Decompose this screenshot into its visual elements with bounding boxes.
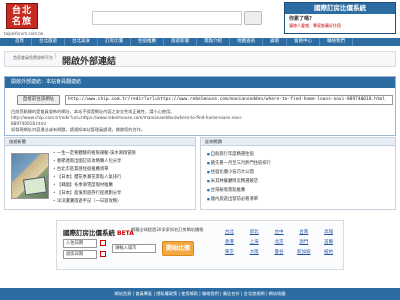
news-item[interactable]: 一生一定要體驗的極限運動-溪水滑翔冒險 [53, 150, 195, 158]
related-item[interactable]: 國內旅遊出發前必看清單 [207, 195, 393, 204]
city-link[interactable]: 紐約 [316, 249, 341, 256]
compare-description: 網羅全球超過30多家知名訂房網站價格 [131, 227, 204, 232]
logo-url: taipeiforum.com.tw [4, 31, 44, 36]
nav-item[interactable]: 首頁 [8, 38, 32, 46]
news-list: 一生一定要體驗的極限運動-溪水滑翔冒險春節連假出國訂房攻略懶人包分享台北市區質感… [53, 150, 195, 206]
url-field[interactable]: http://www.chip.com.tr/redir?url=https:/… [65, 95, 393, 105]
nav-item[interactable]: 訂房比價 [98, 38, 131, 46]
external-notes: 目前您點開的是會員發佈的網址，本站不保證網址內容之安全性與正確性，請小心使用。 … [11, 109, 393, 133]
thumbnail-card-graphic [22, 176, 48, 196]
news-item[interactable]: 洋洋灑灑旅遊手記（一日遊攻略） [53, 198, 195, 206]
nav-item[interactable]: 景點介紹 [197, 38, 230, 46]
related-item[interactable]: 搶先看一月至三月熱門住宿排行 [207, 159, 393, 168]
city-input[interactable]: 請輸入城市 [112, 244, 156, 253]
news-item[interactable]: 春節連假出國訂房攻略懶人包分享 [53, 158, 195, 166]
city-link[interactable]: 香港 [217, 239, 242, 246]
checkin-date-field[interactable]: 入住日期 [63, 239, 97, 248]
travel-news-panel: 旅遊新聞 一生一定要體驗的極限運動-溪水滑翔冒險春節連假出國訂房攻略懶人包分享台… [4, 137, 196, 210]
breadcrumb-separator: | [55, 53, 57, 59]
search-button[interactable] [244, 11, 262, 25]
panel-heading: 延伸閱讀 [201, 138, 395, 146]
compare-title-text: 國際訂房比價系統 [63, 229, 115, 237]
city-link[interactable]: 台北 [217, 229, 242, 236]
compare-title: 國際訂房比價系統 BETA [63, 227, 134, 237]
nav-item[interactable]: 旅遊新聞 [164, 38, 197, 46]
news-item[interactable]: 【韓國】冬季滑雪度假村推薦 [53, 182, 195, 190]
brand-box[interactable]: 國際訂房比價系統 你累了嗎? 讓旅人靈感、專家推薦好住宿 [284, 2, 396, 34]
calendar-icon[interactable] [100, 251, 106, 257]
site-logo[interactable]: 台北 名旅 [6, 3, 38, 29]
city-link[interactable]: 澳門 [291, 239, 316, 246]
external-link-box: 開啟外部連結：本站會員翻連結 直接前往該網址 http://www.chip.c… [4, 76, 396, 136]
news-item[interactable]: 【日本】櫻花季賞花景點人氣排行 [53, 174, 195, 182]
brand-subtitle: 讓旅人靈感、專家推薦好住宿 [289, 23, 341, 28]
nav-item[interactable]: 聯絡我們 [320, 38, 353, 46]
city-link[interactable]: 首爾 [316, 239, 341, 246]
city-link[interactable]: 上海 [242, 239, 267, 246]
nav-item[interactable]: 論壇 [263, 38, 287, 46]
related-list: 自助旅行年度精選住宿搶先看一月至三月熱門住宿排行住宿比價小技巧大公開米其林餐廳附… [207, 150, 393, 204]
breadcrumb: 首頁會員免費發佈平台 | 開啟外部連結 [4, 51, 396, 67]
external-link-heading: 開啟外部連結：本站會員翻連結 [5, 77, 395, 88]
news-item[interactable]: 【日本】超值周遊券行程規劃分享 [53, 190, 195, 198]
hotel-compare-widget: 國際訂房比價系統 BETA 網羅全球超過30多家知名訂房網站價格 入住日期 退房日… [56, 220, 344, 270]
city-link[interactable]: 新北 [242, 229, 267, 236]
go-to-url-button[interactable]: 直接前往該網址 [17, 95, 60, 105]
nav-item[interactable]: 台北旅遊 [32, 38, 65, 46]
city-link[interactable]: 高雄 [316, 229, 341, 236]
brand-question: 你累了嗎? [289, 16, 312, 22]
news-thumbnail[interactable] [11, 153, 49, 199]
city-link[interactable]: 曼谷 [267, 249, 292, 256]
checkout-date-field[interactable]: 退房日期 [63, 250, 97, 259]
city-link[interactable]: 台中 [267, 229, 292, 236]
city-link[interactable]: 大阪 [242, 249, 267, 256]
city-link[interactable]: 台南 [291, 229, 316, 236]
city-links: 台北 新北 台中 台南 高雄香港 上海 北京 澳門 首爾東京 大阪 曼谷 新加坡 紐約 [217, 229, 341, 256]
related-item[interactable]: 住宿比價小技巧大公開 [207, 168, 393, 177]
header: 台北 名旅 taipeiforum.com.tw 國際訂房比價系統 你累了嗎? 讓… [0, 0, 400, 38]
related-reading-panel: 延伸閱讀 自助旅行年度精選住宿搶先看一月至三月熱門住宿排行住宿比價小技巧大公開米… [200, 137, 396, 210]
panel-heading: 旅遊新聞 [5, 138, 195, 146]
related-item[interactable]: 自助旅行年度精選住宿 [207, 150, 393, 159]
city-link[interactable]: 新加坡 [291, 249, 316, 256]
breadcrumb-small[interactable]: 首頁會員免費發佈平台 [13, 55, 53, 61]
footer: 網站首頁 | 會員專區 | 隱私權政策 | 使用條款 | 聯絡我們 | 廣告合作… [0, 288, 400, 300]
nav-item[interactable]: 地圖查詢 [230, 38, 263, 46]
note-line: 如發現網址內容違法或有問題，請通知本站管理員處理，謝謝您的合作。 [11, 127, 146, 132]
city-link[interactable]: 東京 [217, 249, 242, 256]
nav-item[interactable]: 會員中心 [287, 38, 320, 46]
start-compare-button[interactable]: 開始比價 [162, 241, 194, 256]
search-input[interactable] [92, 11, 242, 25]
related-item[interactable]: 台灣秘境景點推薦 [207, 186, 393, 195]
nav-item[interactable]: 台北美食 [65, 38, 98, 46]
main-nav: 首頁 台北旅遊 台北美食 訂房比價 住宿推薦 旅遊新聞 景點介紹 地圖查詢 論壇 會員中心 聯絡我們 [0, 38, 400, 46]
brand-title: 國際訂房比價系統 [285, 3, 395, 14]
calendar-icon[interactable] [100, 240, 106, 246]
news-item[interactable]: 台北市區質感住宿推薦清單 [53, 166, 195, 174]
related-item[interactable]: 米其林餐廳附近精選飯店 [207, 177, 393, 186]
nav-item[interactable]: 住宿推薦 [131, 38, 164, 46]
page-title: 開啟外部連結 [62, 57, 117, 67]
city-link[interactable]: 北京 [267, 239, 292, 246]
